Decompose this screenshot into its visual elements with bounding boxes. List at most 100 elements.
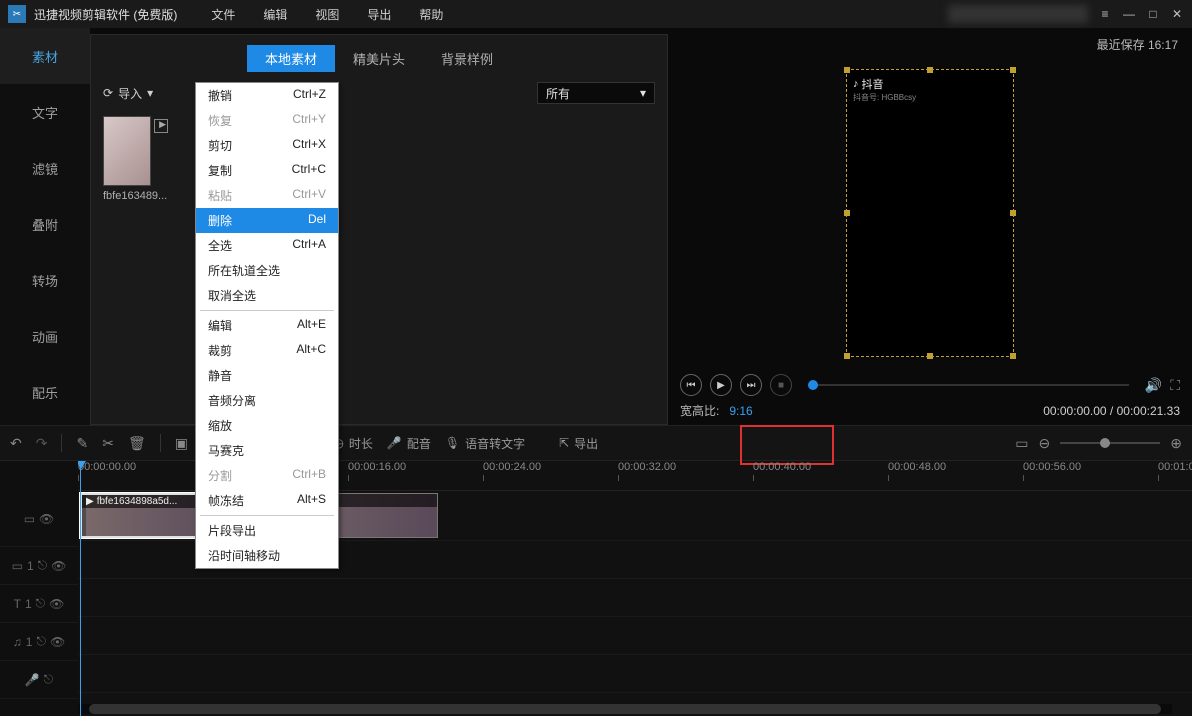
zoom-in-icon[interactable]: ⊕ [1170, 435, 1182, 452]
context-menu-item[interactable]: 静音 [196, 363, 338, 388]
resize-handle[interactable] [844, 67, 850, 73]
preview-frame[interactable]: ♪ 抖音 抖音号: HGBBcsy [846, 69, 1014, 357]
resize-handle[interactable] [1010, 210, 1016, 216]
stop-button[interactable]: ■ [770, 374, 792, 396]
douyin-id: 抖音号: HGBBcsy [853, 92, 1007, 103]
undo-icon[interactable]: ↶ [10, 435, 22, 452]
track-head-text[interactable]: T1⎋👁 [0, 585, 78, 623]
asset-tab-local[interactable]: 本地素材 [247, 45, 335, 72]
user-info-blurred [948, 5, 1088, 23]
asset-panel: 本地素材 精美片头 背景样例 ⟳ 导入 ▾ 所有 ▾ fbfe163489... [90, 34, 668, 425]
filter-dropdown[interactable]: 所有 ▾ [537, 82, 655, 104]
eye-icon[interactable]: 👁 [39, 512, 54, 526]
lock-icon[interactable]: ⎋ [36, 596, 46, 611]
context-menu-item[interactable]: 缩放 [196, 413, 338, 438]
context-menu-item[interactable]: 取消全选 [196, 283, 338, 308]
lock-icon[interactable]: ⎋ [36, 634, 46, 649]
redo-icon[interactable]: ↷ [36, 435, 48, 452]
delete-icon[interactable]: 🗑 [128, 435, 146, 452]
play-slider[interactable] [808, 384, 1129, 386]
menu-help[interactable]: 帮助 [405, 6, 457, 23]
context-menu-item[interactable]: 撤销Ctrl+Z [196, 83, 338, 108]
ruler-tick: 00:00:48.00 [888, 461, 946, 481]
import-button[interactable]: ⟳ 导入 ▾ [103, 85, 153, 102]
context-menu-item[interactable]: 裁剪Alt+C [196, 338, 338, 363]
context-menu-item[interactable]: 编辑Alt+E [196, 313, 338, 338]
context-menu-item[interactable]: 音频分离 [196, 388, 338, 413]
asset-tab-intro[interactable]: 精美片头 [335, 45, 423, 72]
context-menu-item[interactable]: 复制Ctrl+C [196, 158, 338, 183]
zoom-out-icon[interactable]: ⊖ [1039, 435, 1051, 452]
reload-icon: ⟳ [103, 86, 113, 100]
context-menu-item[interactable]: 马赛克 [196, 438, 338, 463]
next-frame-button[interactable]: ⏭ [740, 374, 762, 396]
aspect-ratio-value[interactable]: 9:16 [729, 404, 752, 418]
maximize-icon[interactable]: □ [1146, 7, 1160, 21]
minimize-icon[interactable]: — [1122, 7, 1136, 21]
timeline-area: ▭👁 ▭1⎋👁 T1⎋👁 ♫1⎋👁 🎤⎋ 00:00:00.0000:00:08… [0, 461, 1192, 716]
side-tab-overlay[interactable]: 叠附 [0, 196, 90, 252]
asset-tab-background[interactable]: 背景样例 [423, 45, 511, 72]
context-menu-item[interactable]: 片段导出 [196, 518, 338, 543]
prev-frame-button[interactable]: ⏮ [680, 374, 702, 396]
eye-icon[interactable]: 👁 [50, 635, 65, 649]
duration-button[interactable]: ◷时长 [333, 435, 373, 452]
context-menu-item[interactable]: 帧冻结Alt+S [196, 488, 338, 513]
export-button[interactable]: ⇱导出 [559, 435, 598, 452]
track-row-mic[interactable] [78, 655, 1192, 693]
resize-handle[interactable] [844, 353, 850, 359]
menu-view[interactable]: 视图 [301, 6, 353, 23]
horizontal-scrollbar[interactable] [78, 704, 1172, 714]
crop-icon[interactable]: ▣ [175, 435, 188, 452]
import-label: 导入 [118, 85, 142, 102]
ruler-tick: 00:01:0 [1158, 461, 1192, 481]
asset-thumbnail[interactable]: fbfe163489... [103, 116, 151, 202]
resize-handle[interactable] [927, 67, 933, 73]
resize-handle[interactable] [1010, 353, 1016, 359]
resize-handle[interactable] [844, 210, 850, 216]
lock-icon[interactable]: ⎋ [38, 558, 48, 573]
ruler-tick: 00:00:16.00 [348, 461, 406, 481]
context-menu-item[interactable]: 所在轨道全选 [196, 258, 338, 283]
menu-file[interactable]: 文件 [197, 6, 249, 23]
track-head-audio[interactable]: ♫1⎋👁 [0, 623, 78, 661]
ruler-tick: 00:00:00.00 [78, 461, 136, 481]
volume-icon[interactable]: 🔊 [1145, 377, 1162, 394]
mic-track-icon: 🎤 [25, 673, 40, 687]
track-head-overlay[interactable]: ▭1⎋👁 [0, 547, 78, 585]
play-button[interactable]: ▶ [710, 374, 732, 396]
context-menu-item[interactable]: 剪切Ctrl+X [196, 133, 338, 158]
chevron-down-icon: ▾ [147, 86, 153, 100]
zoom-slider[interactable] [1060, 442, 1160, 444]
track-row-audio[interactable] [78, 617, 1192, 655]
context-menu-item[interactable]: 删除Del [196, 208, 338, 233]
track-row-text[interactable] [78, 579, 1192, 617]
side-tab-transition[interactable]: 转场 [0, 252, 90, 308]
menu-edit[interactable]: 编辑 [249, 6, 301, 23]
cut-icon[interactable]: ✂ [102, 435, 114, 452]
fullscreen-icon[interactable]: ⛶ [1170, 377, 1180, 394]
resize-handle[interactable] [1010, 67, 1016, 73]
track-head-mic[interactable]: 🎤⎋ [0, 661, 78, 699]
eye-icon[interactable]: 👁 [51, 559, 66, 573]
speech-to-text-button[interactable]: 🎙语音转文字 [445, 435, 525, 452]
resize-handle[interactable] [927, 353, 933, 359]
side-tab-filter[interactable]: 滤镜 [0, 140, 90, 196]
fit-icon[interactable]: ▭ [1015, 435, 1028, 452]
track-head-video[interactable]: ▭👁 [0, 491, 78, 547]
side-tab-animation[interactable]: 动画 [0, 308, 90, 364]
close-icon[interactable]: ✕ [1170, 7, 1184, 21]
hamburger-icon[interactable]: ≡ [1098, 7, 1112, 21]
menu-export[interactable]: 导出 [353, 6, 405, 23]
lock-icon[interactable]: ⎋ [44, 672, 54, 687]
edit-icon[interactable]: ✎ [76, 435, 88, 452]
context-menu-separator [200, 515, 334, 516]
context-menu-item[interactable]: 全选Ctrl+A [196, 233, 338, 258]
playhead[interactable] [80, 461, 81, 716]
context-menu-item[interactable]: 沿时间轴移动 [196, 543, 338, 568]
eye-icon[interactable]: 👁 [49, 597, 64, 611]
side-tab-material[interactable]: 素材 [0, 28, 90, 84]
voiceover-button[interactable]: 🎤配音 [387, 435, 431, 452]
side-tab-text[interactable]: 文字 [0, 84, 90, 140]
side-tab-music[interactable]: 配乐 [0, 364, 90, 420]
